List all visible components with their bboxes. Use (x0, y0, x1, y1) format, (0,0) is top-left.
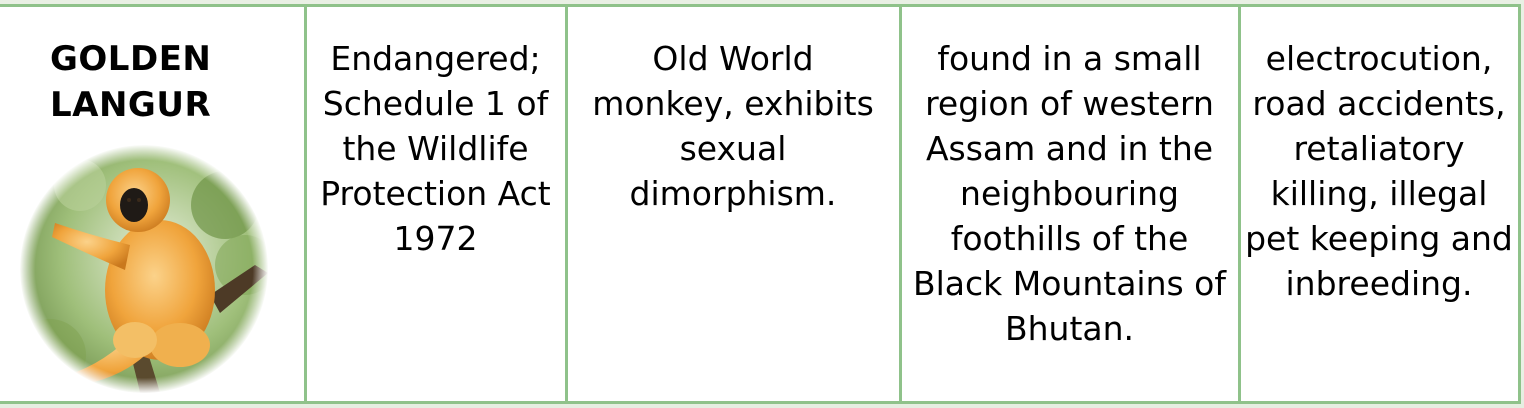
distribution-cell: found in a small region of western Assam… (898, 4, 1241, 404)
species-threats: electrocution, road accidents, retaliato… (1245, 39, 1513, 303)
threats-cell: electrocution, road accidents, retaliato… (1237, 4, 1521, 404)
species-name: GOLDEN LANGUR (50, 39, 212, 125)
description-cell: Old World monkey, exhibits sexual dimorp… (564, 4, 902, 404)
status-cell: Endangered; Schedule 1 of the Wildlife P… (303, 4, 568, 404)
species-distribution: found in a small region of western Assam… (912, 39, 1226, 348)
conservation-status: Endangered; Schedule 1 of the Wildlife P… (320, 39, 551, 258)
golden-langur-photo (20, 145, 268, 393)
table-row: GOLDEN LANGUR Endangered; Schedule 1 of … (0, 4, 1521, 404)
species-description: Old World monkey, exhibits sexual dimorp… (592, 39, 874, 213)
species-cell: GOLDEN LANGUR (0, 4, 307, 404)
species-table: GOLDEN LANGUR Endangered; Schedule 1 of … (0, 4, 1521, 404)
